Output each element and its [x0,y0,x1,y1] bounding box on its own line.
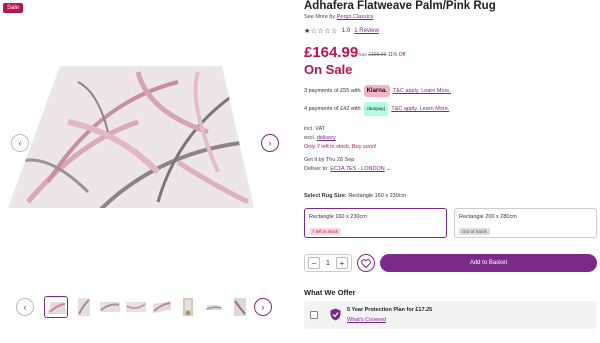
size-selector-label: Select Rug Size: Rectangle 160 x 230cm [304,193,407,199]
was-price: was £185.99 11% Off [358,52,406,58]
chevron-left-icon: ‹ [18,138,22,148]
wishlist-button[interactable] [357,254,375,272]
clearpay-logo-icon: clearpay⟩ [363,102,389,116]
product-title: Adhafera Flatweave Palm/Pink Rug [304,0,496,12]
delivery-link[interactable]: delivery [317,135,336,141]
quantity-stepper: − 1 + [304,254,352,272]
discount-badge: 11% Off [387,52,406,58]
quantity-value[interactable]: 1 [326,260,330,267]
heart-icon [361,258,371,268]
thumbnail[interactable] [98,296,122,318]
see-more-brand: See More by Pergo Classics [304,14,374,20]
klarna-logo-icon: Klarna. [363,85,390,97]
postcode-link[interactable]: EC1A 7ES - LONDON [330,166,384,172]
offers-heading: What We Offer [304,288,356,297]
thumbnail[interactable] [176,296,200,318]
stock-tag: 7 left in stock [309,228,342,235]
chevron-down-icon[interactable]: ⌄ [386,166,391,172]
product-info: Adhafera Flatweave Palm/Pink Rug See Mor… [304,0,600,343]
klarna-learn-more-link[interactable]: T&C apply. Learn More. [393,88,451,94]
incl-vat: incl. VAT [304,126,326,132]
protection-plan-title: 5 Year Protection Plan for £17.25 [347,307,433,313]
shield-icon [330,308,341,321]
klarna-payment: 3 payments of £55 with Klarna. T&C apply… [304,85,451,97]
deliver-to: Deliver to: EC1A 7ES - LONDON ⌄ [304,166,391,172]
gallery-next-button[interactable]: › [261,134,279,152]
chevron-right-icon: › [261,302,265,312]
thumbs-next-button[interactable]: › [254,298,272,316]
rating-value: 1.0 [341,28,351,34]
on-sale-label: On Sale [304,62,353,77]
clearpay-payment: 4 payments of £42 with clearpay⟩ T&C app… [304,102,449,116]
quantity-plus-button[interactable]: + [336,257,348,269]
size-option-200x280[interactable]: Rectangle 200 x 280cm Out of Stock [454,208,597,238]
delivery-info: excl. delivery [304,135,336,141]
product-main-image[interactable] [8,62,254,212]
thumbnail[interactable] [202,296,226,318]
thumbnail[interactable] [44,296,68,318]
clearpay-learn-more-link[interactable]: T&C apply. Learn More. [391,106,449,112]
thumbnail[interactable] [72,296,96,318]
price: £164.99 [304,44,359,61]
stock-warning: Only 7 left in stock. Buy soon! [304,144,377,150]
rating: ★☆☆☆☆ 1.0 1 Review [304,27,379,35]
thumbnail[interactable] [124,296,148,318]
chevron-right-icon: › [268,138,272,148]
whats-covered-link[interactable]: What's Covered [347,317,386,323]
gallery-prev-button[interactable]: ‹ [11,134,29,152]
thumbnail[interactable] [150,296,174,318]
protection-plan-checkbox[interactable] [310,311,318,319]
brand-link[interactable]: Pergo Classics [337,14,374,20]
add-to-basket-button[interactable]: Add to Basket [380,254,597,272]
review-link[interactable]: 1 Review [354,28,379,34]
thumbnail-strip [12,296,274,318]
delivery-date: Get it by Thu 28 Sep [304,157,355,163]
stock-tag: Out of Stock [459,228,490,235]
thumbnail[interactable] [228,296,252,318]
star-rating-icon: ★☆☆☆☆ [304,28,338,35]
quantity-minus-button[interactable]: − [308,257,320,269]
size-option-160x230[interactable]: Rectangle 160 x 230cm 7 left in stock [304,208,447,238]
product-gallery: ‹ › ‹ › [0,0,290,343]
protection-plan-offer: 5 Year Protection Plan for £17.25 What's… [304,301,597,329]
